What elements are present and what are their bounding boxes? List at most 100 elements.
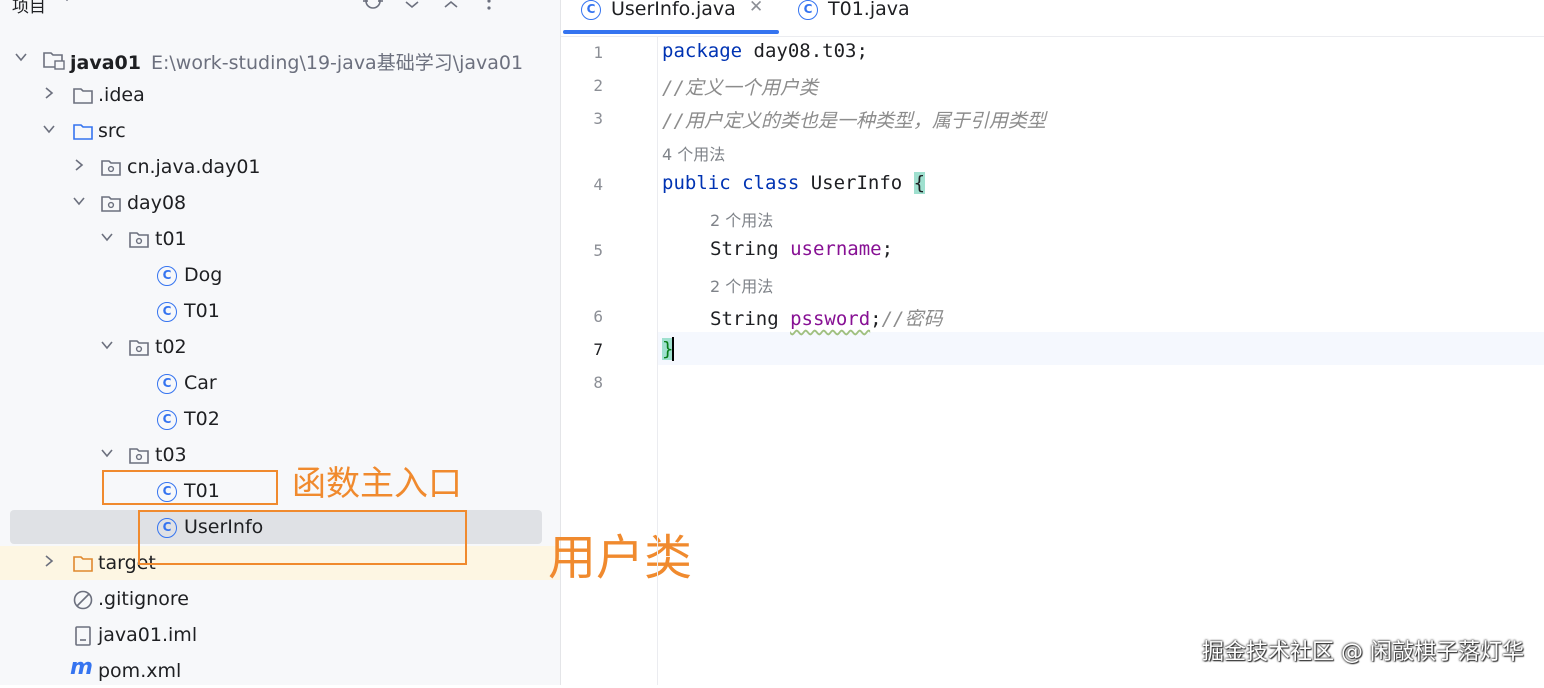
package-icon (100, 193, 122, 215)
annotation-box-main-entry (102, 470, 278, 505)
code-keyword: package (662, 40, 743, 62)
tree-item-t02-class[interactable]: C T02 (0, 402, 560, 436)
chevron-down-icon[interactable] (100, 446, 114, 460)
tree-item-label: pom.xml (98, 660, 182, 682)
chevron-right-icon[interactable] (42, 554, 56, 568)
tree-item-label: T01 (184, 300, 220, 322)
excluded-folder-icon (72, 553, 94, 575)
current-line-highlight (658, 332, 1544, 365)
tree-item-day08[interactable]: day08 (0, 186, 560, 220)
chevron-down-icon[interactable] (100, 338, 114, 352)
usages-hint[interactable]: 2 个用法 (710, 273, 773, 297)
line-number[interactable]: 5 (561, 241, 603, 260)
gutter-divider (657, 37, 658, 685)
code-text: ; (881, 238, 894, 260)
tree-item-gitignore[interactable]: .gitignore (0, 582, 560, 616)
tree-item-car[interactable]: C Car (0, 366, 560, 400)
module-folder-icon (42, 49, 65, 71)
chevron-down-icon[interactable] (100, 230, 114, 244)
code-line-2[interactable]: //定义一个用户类 (662, 73, 818, 100)
chevron-down-icon[interactable] (14, 50, 28, 64)
tree-item-src[interactable]: src (0, 114, 560, 148)
tree-item-t03-t01-class[interactable]: C T01 (0, 474, 560, 508)
line-number[interactable]: 6 (561, 307, 603, 326)
code-type: String (710, 238, 791, 260)
tree-item-pom-xml[interactable]: m pom.xml (0, 654, 560, 688)
project-panel-header: 项目 (0, 0, 560, 17)
tree-item-label: cn.java.day01 (127, 156, 261, 178)
class-icon: C (581, 0, 601, 20)
code-field: username (790, 238, 882, 260)
ignore-file-icon (72, 589, 94, 611)
package-icon (128, 337, 150, 359)
package-icon (128, 229, 150, 251)
tree-item-t01[interactable]: t01 (0, 222, 560, 256)
tree-item-label: java01 (70, 52, 141, 74)
tree-item-cn-java-day01[interactable]: cn.java.day01 (0, 150, 560, 184)
chevron-down-icon[interactable] (42, 122, 56, 136)
minimize-icon[interactable] (518, 0, 540, 17)
code-field: pssword (790, 308, 871, 330)
collapse-all-icon[interactable] (441, 0, 461, 17)
code-line-3[interactable]: //用户定义的类也是一种类型，属于引用类型 (662, 106, 1046, 133)
code-line-7[interactable]: } (662, 337, 675, 361)
tree-item-t03[interactable]: t03 (0, 438, 560, 472)
tab-userinfo-java[interactable]: C UserInfo.java ✕ (581, 0, 781, 34)
tree-item-t02[interactable]: t02 (0, 330, 560, 364)
code-keyword: public class (662, 172, 800, 194)
line-number[interactable]: 2 (561, 76, 603, 95)
code-text: day08.t03; (742, 40, 868, 62)
usages-hint[interactable]: 2 个用法 (710, 207, 773, 231)
tree-item-label: java01.iml (98, 624, 198, 646)
code-text: UserInfo (799, 172, 914, 194)
locate-icon[interactable] (362, 0, 384, 17)
project-panel-title[interactable]: 项目 (12, 0, 46, 17)
tree-item-label: .gitignore (98, 588, 189, 610)
annotation-main-entry: 函数主入口 (292, 464, 462, 504)
project-panel: 项目 java01 E:\work-studing\19-java基础学习\jav… (0, 0, 560, 685)
code-line-6[interactable]: String pssword;//密码 (710, 304, 943, 331)
code-line-5[interactable]: String username; (710, 238, 893, 260)
line-number-current[interactable]: 7 (561, 340, 603, 359)
line-number[interactable]: 4 (561, 175, 603, 194)
usages-hint[interactable]: 4 个用法 (662, 141, 725, 165)
tab-label: UserInfo.java (611, 0, 736, 20)
chevron-down-icon[interactable] (60, 0, 74, 8)
watermark: 掘金技术社区 @ 闲敲棋子落灯华 (1202, 640, 1524, 665)
project-path: E:\work-studing\19-java基础学习\java01 (150, 52, 524, 74)
tab-label: T01.java (828, 0, 910, 20)
code-line-4[interactable]: public class UserInfo { (662, 172, 926, 194)
tree-item-dog[interactable]: C Dog (0, 258, 560, 292)
chevron-right-icon[interactable] (72, 158, 86, 172)
tree-item-label: t03 (155, 444, 187, 466)
text-caret (672, 337, 675, 361)
code-brace-match: { (913, 172, 926, 194)
chevron-right-icon[interactable] (42, 86, 56, 100)
tree-item-label: T02 (184, 408, 220, 430)
tree-item-label: day08 (127, 192, 187, 214)
tree-item-label: Car (184, 372, 217, 394)
folder-icon (72, 85, 94, 107)
tree-item-idea[interactable]: .idea (0, 78, 560, 112)
line-number[interactable]: 3 (561, 109, 603, 128)
tree-item-t01-class[interactable]: C T01 (0, 294, 560, 328)
tree-item-label: t01 (155, 228, 187, 250)
annotation-box-user-class (138, 510, 467, 565)
expand-all-icon[interactable] (402, 0, 422, 17)
line-number[interactable]: 8 (561, 373, 603, 392)
class-icon: C (157, 374, 177, 394)
tab-t01-java[interactable]: C T01.java (798, 0, 928, 34)
source-folder-icon (72, 121, 94, 143)
tree-item-label: .idea (98, 84, 145, 106)
tree-item-java01-iml[interactable]: java01.iml (0, 618, 560, 652)
maven-icon: m (70, 655, 93, 680)
line-number[interactable]: 1 (561, 43, 603, 62)
code-line-1[interactable]: package day08.t03; (662, 40, 868, 62)
more-options-icon[interactable] (485, 0, 493, 17)
class-icon: C (157, 410, 177, 430)
close-icon[interactable]: ✕ (749, 0, 763, 17)
package-icon (128, 445, 150, 467)
code-type: String (710, 308, 791, 330)
chevron-down-icon[interactable] (72, 194, 86, 208)
tree-item-java01[interactable]: java01 E:\work-studing\19-java基础学习\java01 (0, 42, 560, 76)
